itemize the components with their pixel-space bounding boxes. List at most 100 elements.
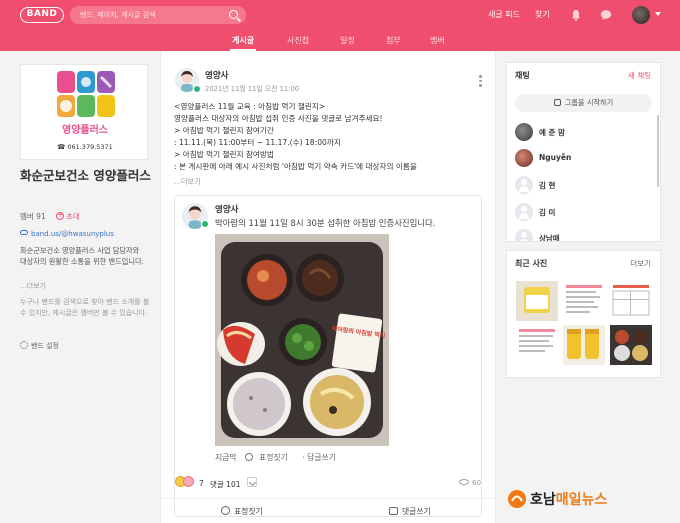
photo-thumbnail[interactable] — [563, 325, 605, 365]
thumbnail-image — [563, 325, 605, 365]
avatar — [515, 123, 533, 141]
search-box[interactable] — [70, 6, 246, 24]
comment-card: 영양사 박아람의 11월 11일 8시 30분 섭취한 아침밥 인증사진입니다.… — [174, 195, 482, 517]
band-url[interactable]: band.us/@hwasunyplus — [20, 230, 114, 238]
avatar — [515, 176, 533, 194]
chat-member-name: 김 미 — [539, 208, 556, 217]
post-card: 영양사 2021년 11월 11일 오전 11:00 <영양플러스 11월 교육… — [160, 51, 496, 523]
band-logo[interactable]: BAND — [20, 7, 64, 23]
new-feed-link[interactable]: 새글 피드 — [488, 9, 520, 20]
chat-member-name: 김 현 — [539, 181, 556, 190]
link-icon — [20, 230, 28, 235]
post-body: <영양플러스 11월 교육 : 아침밥 먹기 챌린지> 영양플러스 대상자의 아… — [174, 101, 489, 172]
photo-thumbnail[interactable] — [563, 281, 605, 321]
chevron-down-icon[interactable] — [655, 12, 661, 16]
search-icon[interactable] — [229, 10, 238, 19]
watermark-mark-icon — [508, 490, 526, 508]
view-count-value: 60 — [472, 479, 481, 487]
tab-calendar[interactable]: 일정 — [340, 35, 355, 46]
post-more-link[interactable]: ...더보기 — [174, 177, 201, 187]
chat-member[interactable]: 예 준 맘 — [515, 123, 655, 141]
description-more-link[interactable]: ...더보기 — [20, 281, 46, 291]
chat-member-name: 상남매 — [539, 234, 560, 242]
comment-actions: 지금막 표정짓기 · 답글쓰기 — [215, 452, 348, 463]
recent-photos-more[interactable]: 더보기 — [630, 258, 651, 269]
band-cover-image[interactable]: 영양플러스 ☎ 061.379.5371 — [20, 64, 148, 160]
chat-member[interactable]: Nguyễn — [515, 149, 655, 167]
band-description: 화순군보건소 영양플러스 사업 담당자와 대상자의 원활한 소통을 위한 밴드입… — [20, 246, 144, 266]
bell-icon[interactable] — [570, 9, 582, 21]
band-settings-link[interactable]: 밴드 설정 — [20, 341, 59, 351]
post-author[interactable]: 영양사 — [205, 69, 228, 81]
eye-icon — [459, 479, 469, 485]
find-link[interactable]: 찾기 — [535, 9, 550, 20]
chat-member-name: Nguyễn — [539, 153, 572, 162]
visibility-notice: 누구나 밴드를 검색으로 찾아 밴드 소개를 볼 수 있지만, 게시글은 멤버만… — [20, 298, 150, 317]
invite-button[interactable]: 초대 — [56, 210, 80, 222]
chat-scrollbar[interactable] — [657, 115, 659, 187]
post-line: > 아침밥 먹기 챌린지 참여방법 — [174, 149, 274, 159]
band-url-text: band.us/@hwasunyplus — [31, 230, 114, 238]
chat-member[interactable]: 김 미 — [515, 203, 655, 221]
watermark-text: 호남매일뉴스 — [530, 489, 607, 509]
chat-bubble-icon[interactable] — [600, 9, 612, 21]
start-group-button[interactable]: 그룹을 시작하기 — [515, 94, 652, 112]
thumbnail-image — [563, 281, 605, 321]
photo-thumbnail[interactable] — [516, 325, 558, 365]
invite-label: 초대 — [66, 212, 80, 221]
comment-icon — [389, 507, 398, 515]
chat-member[interactable]: 상남매 — [515, 229, 655, 242]
tab-members[interactable]: 멤버 — [430, 35, 445, 46]
photo-thumbnail[interactable] — [516, 281, 558, 321]
profile-avatar[interactable] — [632, 6, 650, 24]
write-comment-button[interactable]: 댓글쓰기 — [389, 506, 431, 517]
search-input[interactable] — [80, 8, 225, 22]
post-line: > 아침밥 먹기 챌린지 참여기간 — [174, 125, 274, 135]
leader-badge-icon — [201, 220, 209, 228]
react-label: 표정짓기 — [234, 507, 263, 516]
view-count: 60 — [459, 479, 481, 487]
member-count[interactable]: 멤버 91 — [20, 211, 46, 222]
comment-count[interactable]: 댓글 101 — [210, 479, 241, 490]
smile-icon — [221, 506, 230, 515]
tab-album[interactable]: 사진첩 — [287, 35, 309, 46]
tab-posts[interactable]: 게시글 — [229, 35, 257, 51]
react-button[interactable]: 표정짓기 — [221, 506, 263, 517]
plus-circle-icon — [56, 210, 64, 220]
thumbnail-image — [610, 281, 652, 321]
gear-icon — [20, 341, 28, 349]
comment-reply-button[interactable]: · 답글쓰기 — [302, 453, 342, 462]
chevron-down-icon[interactable] — [247, 477, 257, 487]
post-line: 영양플러스 대상자의 아침밥 섭취 인증 사진을 댓글로 남겨주세요! — [174, 113, 383, 123]
band-name: 화순군보건소 영양플러스 — [20, 168, 151, 183]
breakfast-tray-photo[interactable]: 박아람의 아침밥 먹기 — [215, 234, 389, 446]
post-line: : 11.11.(목) 11:00부터 ~ 11.17.(수) 18:00까지 — [174, 137, 341, 147]
photo-thumbnail[interactable] — [610, 281, 652, 321]
chat-panel: 채팅 새 채팅 그룹을 시작하기 예 준 맘 Nguyễn 김 현 김 미 상남… — [506, 62, 661, 242]
watermark-text-b: 매일뉴스 — [555, 492, 608, 508]
tab-bar: 게시글 사진첩 일정 첨부 멤버 — [0, 30, 680, 51]
thumbnail-image — [516, 281, 558, 321]
post-date: 2021년 11월 11일 오전 11:00 — [205, 85, 300, 93]
top-bar: BAND 새글 피드 찾기 — [0, 0, 680, 30]
comment-author[interactable]: 영양사 — [215, 203, 238, 215]
leader-badge-icon — [193, 85, 201, 93]
more-kebab-icon[interactable] — [479, 75, 482, 89]
avatar — [515, 203, 533, 221]
svg-text:☎ 061.379.5371: ☎ 061.379.5371 — [57, 143, 113, 151]
thumbnail-image — [516, 325, 558, 365]
reaction-count[interactable]: 7 — [199, 479, 204, 488]
comment-react-button[interactable]: 표정짓기 — [245, 453, 294, 462]
recent-photos-title: 최근 사진 — [515, 259, 548, 268]
svg-text:영양플러스: 영양플러스 — [62, 123, 108, 136]
chat-member[interactable]: 김 현 — [515, 176, 655, 194]
comment-time: 지금막 — [215, 453, 237, 462]
nutrition-plus-logo: 영양플러스 ☎ 061.379.5371 — [57, 71, 115, 151]
photo-thumbnail[interactable] — [610, 325, 652, 365]
new-chat-button[interactable]: 새 채팅 — [628, 70, 651, 81]
chat-title: 채팅 — [515, 71, 530, 80]
tab-attachments[interactable]: 첨부 — [386, 35, 401, 46]
smile-icon — [245, 453, 254, 461]
comment-react-label: 표정짓기 — [259, 453, 288, 462]
post-line: : 본 게시판에 아래 예시 사진처럼 '아침밥 먹기 약속 카드'에 대상자의… — [174, 161, 417, 171]
